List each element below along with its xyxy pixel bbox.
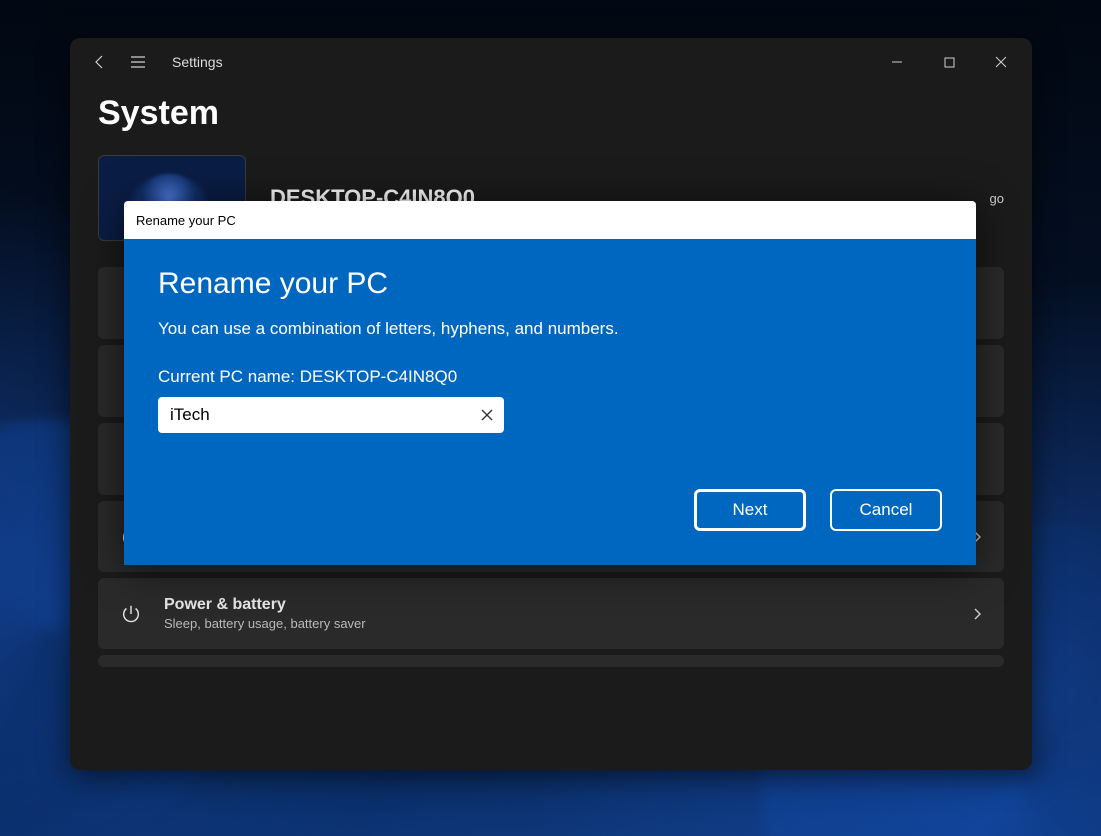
hamburger-menu-button[interactable] xyxy=(124,48,152,76)
page-title: System xyxy=(98,94,1004,133)
dialog-heading: Rename your PC xyxy=(158,267,942,301)
settings-card-power-battery[interactable]: Power & battery Sleep, battery usage, ba… xyxy=(98,578,1004,649)
titlebar: Settings xyxy=(70,38,1032,86)
card-subtitle: Sleep, battery usage, battery saver xyxy=(164,616,366,631)
current-pc-name-label: Current PC name: DESKTOP-C4IN8Q0 xyxy=(158,367,942,387)
settings-card-obscured[interactable] xyxy=(98,655,1004,667)
dialog-description: You can use a combination of letters, hy… xyxy=(158,319,942,339)
card-title: Power & battery xyxy=(164,596,366,614)
next-button[interactable]: Next xyxy=(694,489,806,531)
new-pc-name-input[interactable] xyxy=(158,397,504,433)
minimize-button[interactable] xyxy=(874,46,920,78)
power-icon xyxy=(118,603,144,625)
maximize-button[interactable] xyxy=(926,46,972,78)
back-button[interactable] xyxy=(86,48,114,76)
close-button[interactable] xyxy=(978,46,1024,78)
dialog-titlebar: Rename your PC xyxy=(124,201,976,239)
chevron-right-icon xyxy=(970,607,984,621)
header-right-meta: go xyxy=(990,191,1004,206)
dialog-window-title: Rename your PC xyxy=(136,213,236,228)
rename-pc-dialog: Rename your PC Rename your PC You can us… xyxy=(124,201,976,565)
app-title: Settings xyxy=(172,54,223,70)
cancel-button[interactable]: Cancel xyxy=(830,489,942,531)
clear-input-icon[interactable] xyxy=(476,404,498,426)
header-meta-fragment: go xyxy=(990,191,1004,206)
